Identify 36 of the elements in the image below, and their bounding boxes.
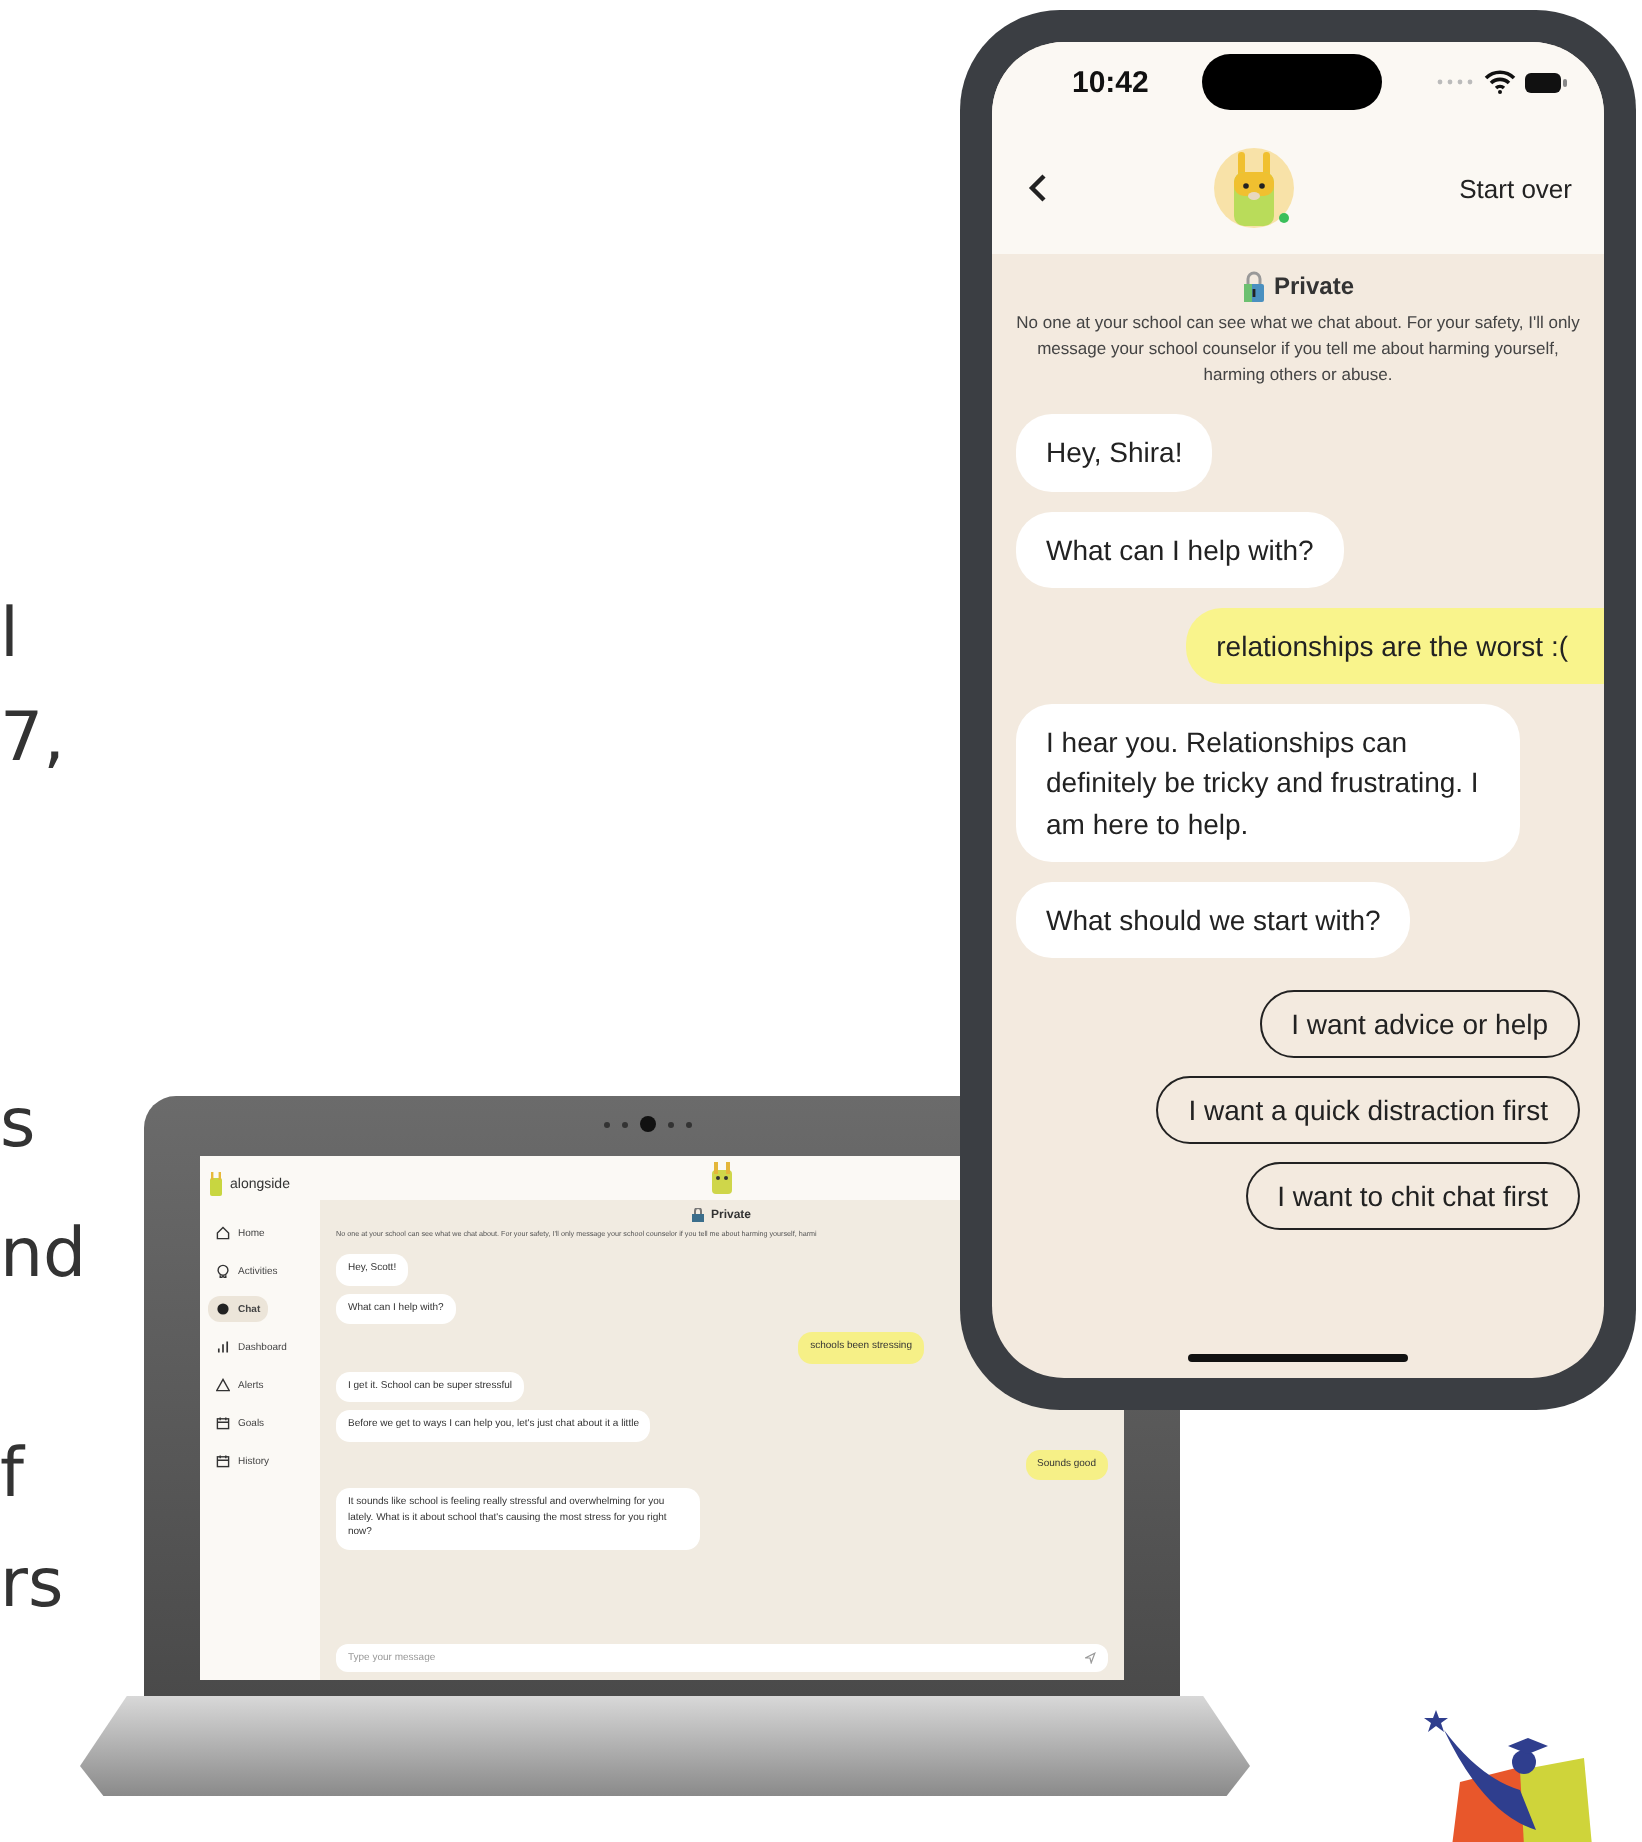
- reply-option-button[interactable]: I want advice or help: [1259, 990, 1580, 1059]
- status-time: 10:42: [1072, 65, 1149, 99]
- llama-logo-icon: [208, 1172, 224, 1196]
- bot-message: Hey, Shira!: [1016, 414, 1213, 492]
- back-icon[interactable]: [1028, 174, 1048, 202]
- battery-icon: [1524, 71, 1568, 93]
- start-over-button[interactable]: Start over: [1459, 173, 1572, 203]
- reply-option-button[interactable]: I want to chit chat first: [1245, 1162, 1580, 1231]
- lock-icon: [692, 1208, 705, 1222]
- bot-message: What can I help with?: [1016, 511, 1344, 588]
- calendar-icon: [216, 1416, 230, 1430]
- badge-icon: [216, 1264, 230, 1278]
- bot-message: What should we start with?: [1016, 882, 1411, 959]
- user-message: relationships are the worst :(: [1186, 607, 1604, 685]
- calendar-icon: [216, 1454, 230, 1468]
- dot-icon: [216, 1302, 230, 1316]
- bot-message: I hear you. Relationships can definitely be tricky and frustrating. I am here to help.: [1016, 704, 1520, 863]
- privacy-title: Private: [1273, 272, 1355, 300]
- signal-icon: [1436, 78, 1476, 86]
- slide-text: nd: [0, 1220, 87, 1288]
- lock-icon: [1241, 270, 1266, 302]
- slide-text: f: [0, 1440, 24, 1508]
- slide-text: s: [0, 1090, 36, 1158]
- slide-text: l: [0, 600, 19, 668]
- reply-option-button[interactable]: I want a quick distraction first: [1156, 1076, 1580, 1145]
- slide-text: rs: [0, 1550, 64, 1618]
- send-icon: [1084, 1652, 1096, 1664]
- house-icon: [216, 1226, 230, 1240]
- camera-icon: [604, 1116, 692, 1132]
- bar-chart-icon: [216, 1340, 230, 1354]
- llama-avatar: [1211, 146, 1296, 230]
- slide-text: 7,: [0, 704, 65, 772]
- privacy-note: No one at your school can see what we chat about. For your safety, I'll only message your school counselor if you tell me about harming yourself, harming others or abuse.: [1016, 310, 1580, 387]
- llama-avatar: [708, 1162, 736, 1194]
- wifi-icon: [1484, 70, 1516, 94]
- warning-icon: [216, 1378, 230, 1392]
